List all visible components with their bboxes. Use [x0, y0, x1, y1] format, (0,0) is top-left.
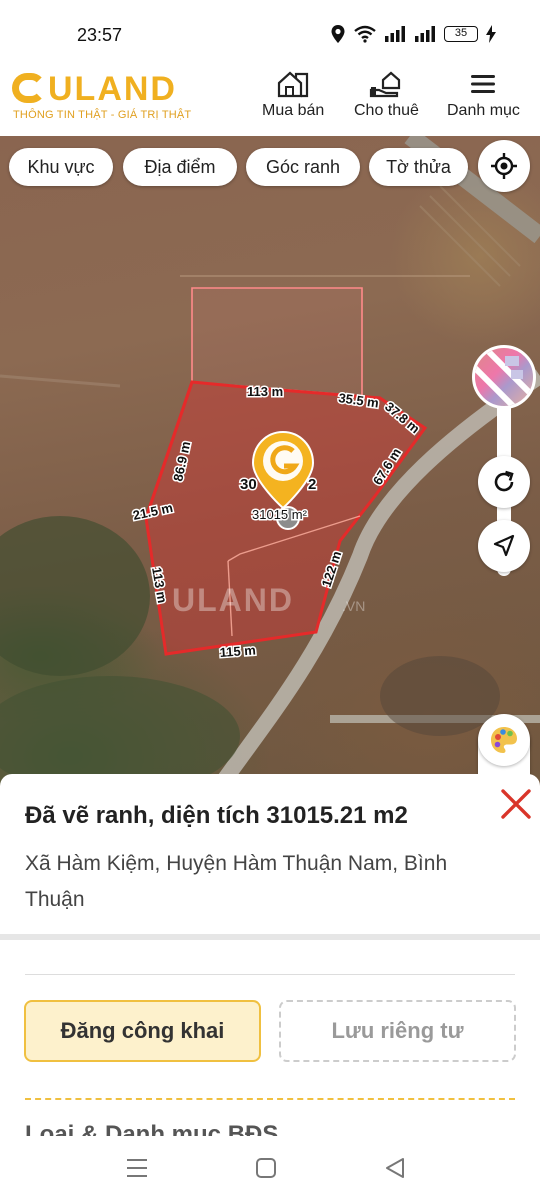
status-time: 23:57 [77, 25, 123, 45]
signal-icon [415, 26, 435, 42]
location-icon [331, 25, 345, 43]
battery-icon: 35 [444, 26, 478, 42]
filter-to-thua[interactable]: Tờ thửa [369, 148, 468, 186]
logo[interactable]: ULAND [12, 70, 177, 109]
marker-label: 30 [240, 476, 257, 493]
map-imagery: 113 m 35.5 m 37.8 m 86.9 m 67.6 m 21.5 m… [0, 136, 540, 786]
home-icon[interactable] [255, 1157, 277, 1179]
nav-label: Danh mục [447, 102, 520, 119]
save-private-button[interactable]: Lưu riêng tư [279, 1000, 516, 1062]
watermark-text: ULAND [172, 582, 294, 618]
hand-house-icon [370, 71, 401, 98]
dashed-divider [25, 1098, 515, 1100]
app-screen: 23:57 35 ULAND THÔNG TIN THẬT - GIÁ TRỊ … [0, 0, 540, 1200]
palette-button[interactable] [478, 714, 530, 766]
nav-cho-thue[interactable]: Cho thuê [354, 70, 419, 120]
layer-preview-icon [475, 348, 533, 406]
refresh-button[interactable] [478, 456, 530, 508]
edge-length-label: 115 m [219, 643, 256, 660]
charging-icon [486, 25, 496, 43]
app-header: ULAND THÔNG TIN THẬT - GIÁ TRỊ THẬT Mua … [0, 64, 540, 136]
status-bar: 23:57 35 [0, 0, 540, 64]
filter-dia-diem[interactable]: Địa điểm [123, 148, 237, 186]
publish-public-button[interactable]: Đăng công khai [24, 1000, 261, 1062]
divider-line [25, 974, 515, 975]
close-icon[interactable] [496, 784, 536, 824]
logo-g-icon [12, 73, 46, 103]
my-location-button[interactable] [478, 140, 530, 192]
palette-icon [491, 727, 517, 753]
nav-label: Mua bán [262, 102, 325, 119]
watermark-suffix: .VN [342, 598, 365, 614]
nav-danh-muc[interactable]: Danh mục [447, 70, 520, 120]
section-divider [0, 934, 540, 940]
wifi-icon [354, 25, 376, 43]
navigate-button[interactable] [478, 520, 530, 572]
sheet-title: Đã vẽ ranh, diện tích 31015.21 m2 [25, 802, 408, 829]
map-layer-toggle[interactable] [472, 345, 536, 409]
nav-mua-ban[interactable]: Mua bán [262, 70, 324, 120]
menu-icon [471, 75, 496, 93]
signal-icon [385, 26, 405, 42]
refresh-icon [494, 470, 514, 492]
back-icon[interactable] [384, 1157, 406, 1179]
navigation-arrow-icon [493, 534, 515, 557]
nav-label: Cho thuê [354, 102, 419, 119]
marker-label-tail: 2 [308, 476, 316, 493]
parcel-address: Xã Hàm Kiệm, Huyện Hàm Thuận Nam, Bình T… [25, 852, 448, 911]
filter-goc-ranh[interactable]: Góc ranh [246, 148, 360, 186]
edge-length-label: 113 m [247, 384, 283, 399]
crosshair-icon [491, 153, 517, 179]
system-nav-bar [0, 1136, 540, 1200]
adjacent-parcel [191, 287, 363, 397]
area-label: 31015 m² [252, 507, 308, 522]
house-icon [278, 71, 309, 98]
satellite-map[interactable]: 113 m 35.5 m 37.8 m 86.9 m 67.6 m 21.5 m… [0, 136, 540, 786]
logo-tagline: THÔNG TIN THẬT - GIÁ TRỊ THẬT [13, 109, 192, 121]
recent-apps-icon[interactable] [126, 1158, 148, 1178]
status-icons: 35 [330, 24, 496, 44]
logo-text: ULAND [48, 70, 177, 108]
filter-khu-vuc[interactable]: Khu vực [9, 148, 113, 186]
